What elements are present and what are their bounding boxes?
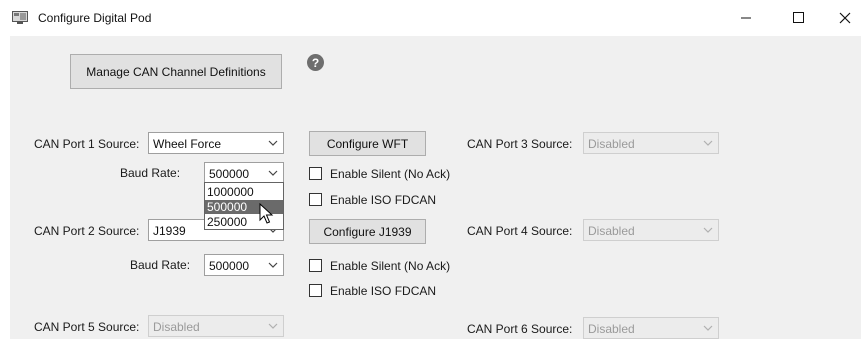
- mouse-cursor-icon: [259, 203, 274, 224]
- chevron-down-icon: [268, 323, 278, 329]
- port-1-baud-rate-label: Baud Rate:: [120, 166, 181, 180]
- maximize-button[interactable]: [776, 4, 822, 32]
- chevron-down-icon: [268, 170, 278, 176]
- can-port-4-label: CAN Port 4 Source:: [467, 224, 573, 238]
- port-1-silent-checkbox[interactable]: [309, 167, 322, 180]
- configure-j1939-button[interactable]: Configure J1939: [309, 219, 426, 244]
- close-button[interactable]: [822, 4, 861, 32]
- can-port-4-source-value: Disabled: [588, 224, 635, 238]
- port-2-silent-label: Enable Silent (No Ack): [330, 259, 451, 273]
- app-icon: [12, 11, 28, 24]
- can-port-3-source-value: Disabled: [588, 137, 635, 151]
- configure-wft-button[interactable]: Configure WFT: [309, 131, 426, 156]
- port-2-iso-fdcan-checkbox[interactable]: [309, 284, 322, 297]
- chevron-down-icon: [703, 227, 713, 233]
- can-port-3-source-combo[interactable]: Disabled: [583, 132, 719, 154]
- can-port-4-source-combo[interactable]: Disabled: [583, 219, 719, 241]
- port-1-baud-rate-value: 500000: [209, 167, 250, 181]
- can-port-1-source-value: Wheel Force: [153, 137, 222, 151]
- port-2-baud-rate-label: Baud Rate:: [130, 258, 191, 272]
- port-1-iso-fdcan-checkbox[interactable]: [309, 193, 322, 206]
- port-2-iso-fdcan-label: Enable ISO FDCAN: [330, 284, 437, 298]
- chevron-down-icon: [703, 140, 713, 146]
- can-port-1-source-combo[interactable]: Wheel Force: [148, 132, 284, 154]
- can-port-1-label: CAN Port 1 Source:: [34, 137, 140, 151]
- can-port-3-label: CAN Port 3 Source:: [467, 137, 573, 151]
- port-1-iso-fdcan-label: Enable ISO FDCAN: [330, 193, 437, 207]
- baud-option-1000000[interactable]: 1000000: [205, 185, 283, 199]
- port-2-silent-checkbox[interactable]: [309, 259, 322, 272]
- window-title: Configure Digital Pod: [38, 11, 152, 25]
- minimize-button[interactable]: [723, 4, 769, 32]
- port-1-silent-label: Enable Silent (No Ack): [330, 167, 451, 181]
- chevron-down-icon: [268, 262, 278, 268]
- can-port-6-label: CAN Port 6 Source:: [467, 322, 573, 336]
- port-1-baud-rate-combo[interactable]: 500000: [204, 162, 284, 184]
- chevron-down-icon: [268, 140, 278, 146]
- close-icon: [839, 12, 851, 24]
- can-port-6-source-combo[interactable]: Disabled: [583, 317, 719, 339]
- port-2-baud-rate-combo[interactable]: 500000: [204, 254, 284, 276]
- manage-can-channel-definitions-button[interactable]: Manage CAN Channel Definitions: [70, 54, 282, 89]
- can-port-5-source-combo[interactable]: Disabled: [148, 315, 284, 337]
- maximize-icon: [793, 12, 804, 23]
- can-port-2-source-value: J1939: [153, 224, 186, 238]
- help-icon[interactable]: ?: [307, 54, 324, 71]
- can-port-5-source-value: Disabled: [153, 320, 200, 334]
- minimize-icon: [741, 17, 751, 19]
- chevron-down-icon: [703, 325, 713, 331]
- can-port-2-label: CAN Port 2 Source:: [34, 224, 140, 238]
- can-port-5-label: CAN Port 5 Source:: [34, 320, 140, 334]
- can-port-6-source-value: Disabled: [588, 322, 635, 336]
- title-bar: Configure Digital Pod: [0, 0, 861, 36]
- port-2-baud-rate-value: 500000: [209, 259, 250, 273]
